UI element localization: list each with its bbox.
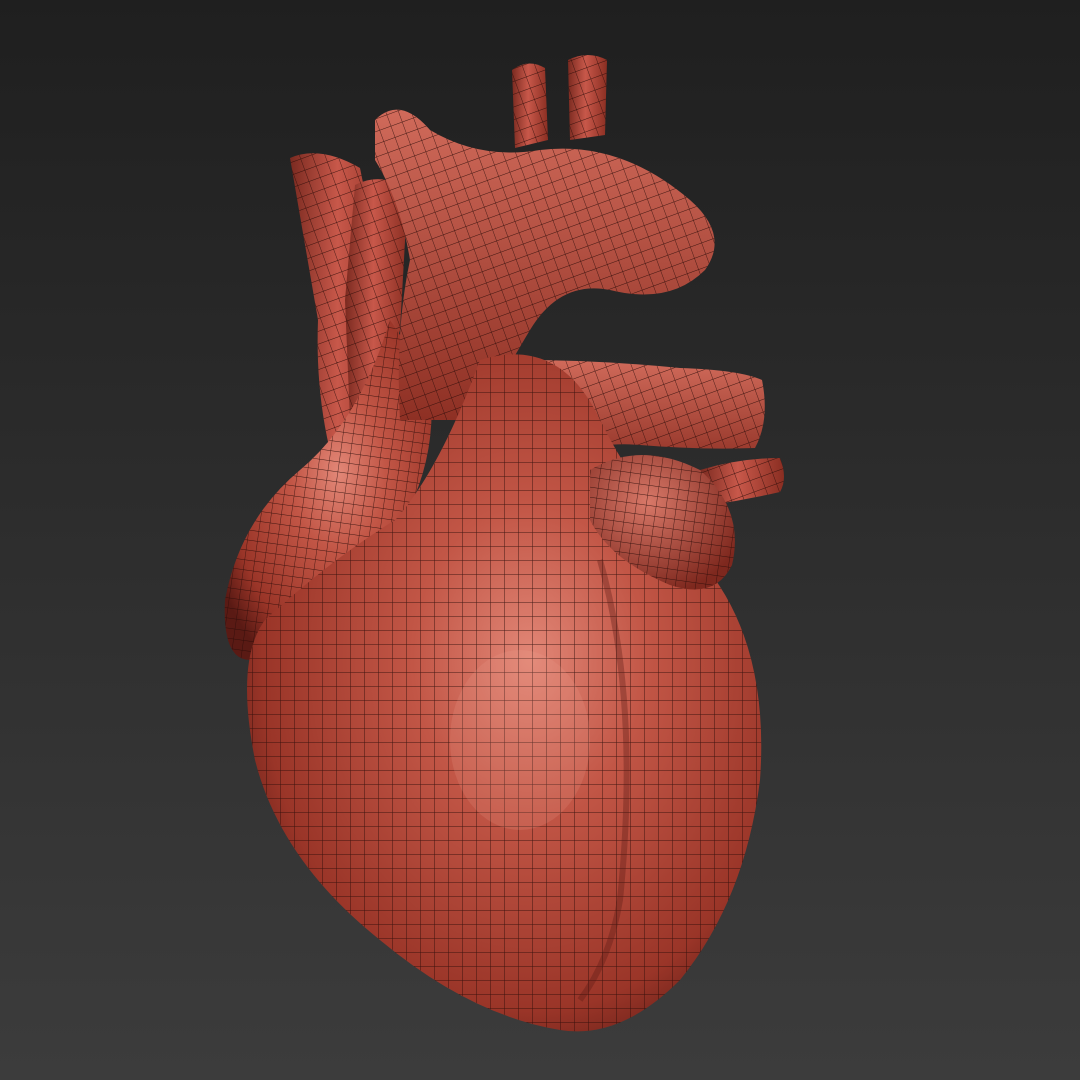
heart-model[interactable]: [0, 0, 1080, 1080]
aortic-branch-right: [568, 55, 607, 140]
aortic-branch-left: [512, 63, 548, 148]
3d-viewport[interactable]: [0, 0, 1080, 1080]
